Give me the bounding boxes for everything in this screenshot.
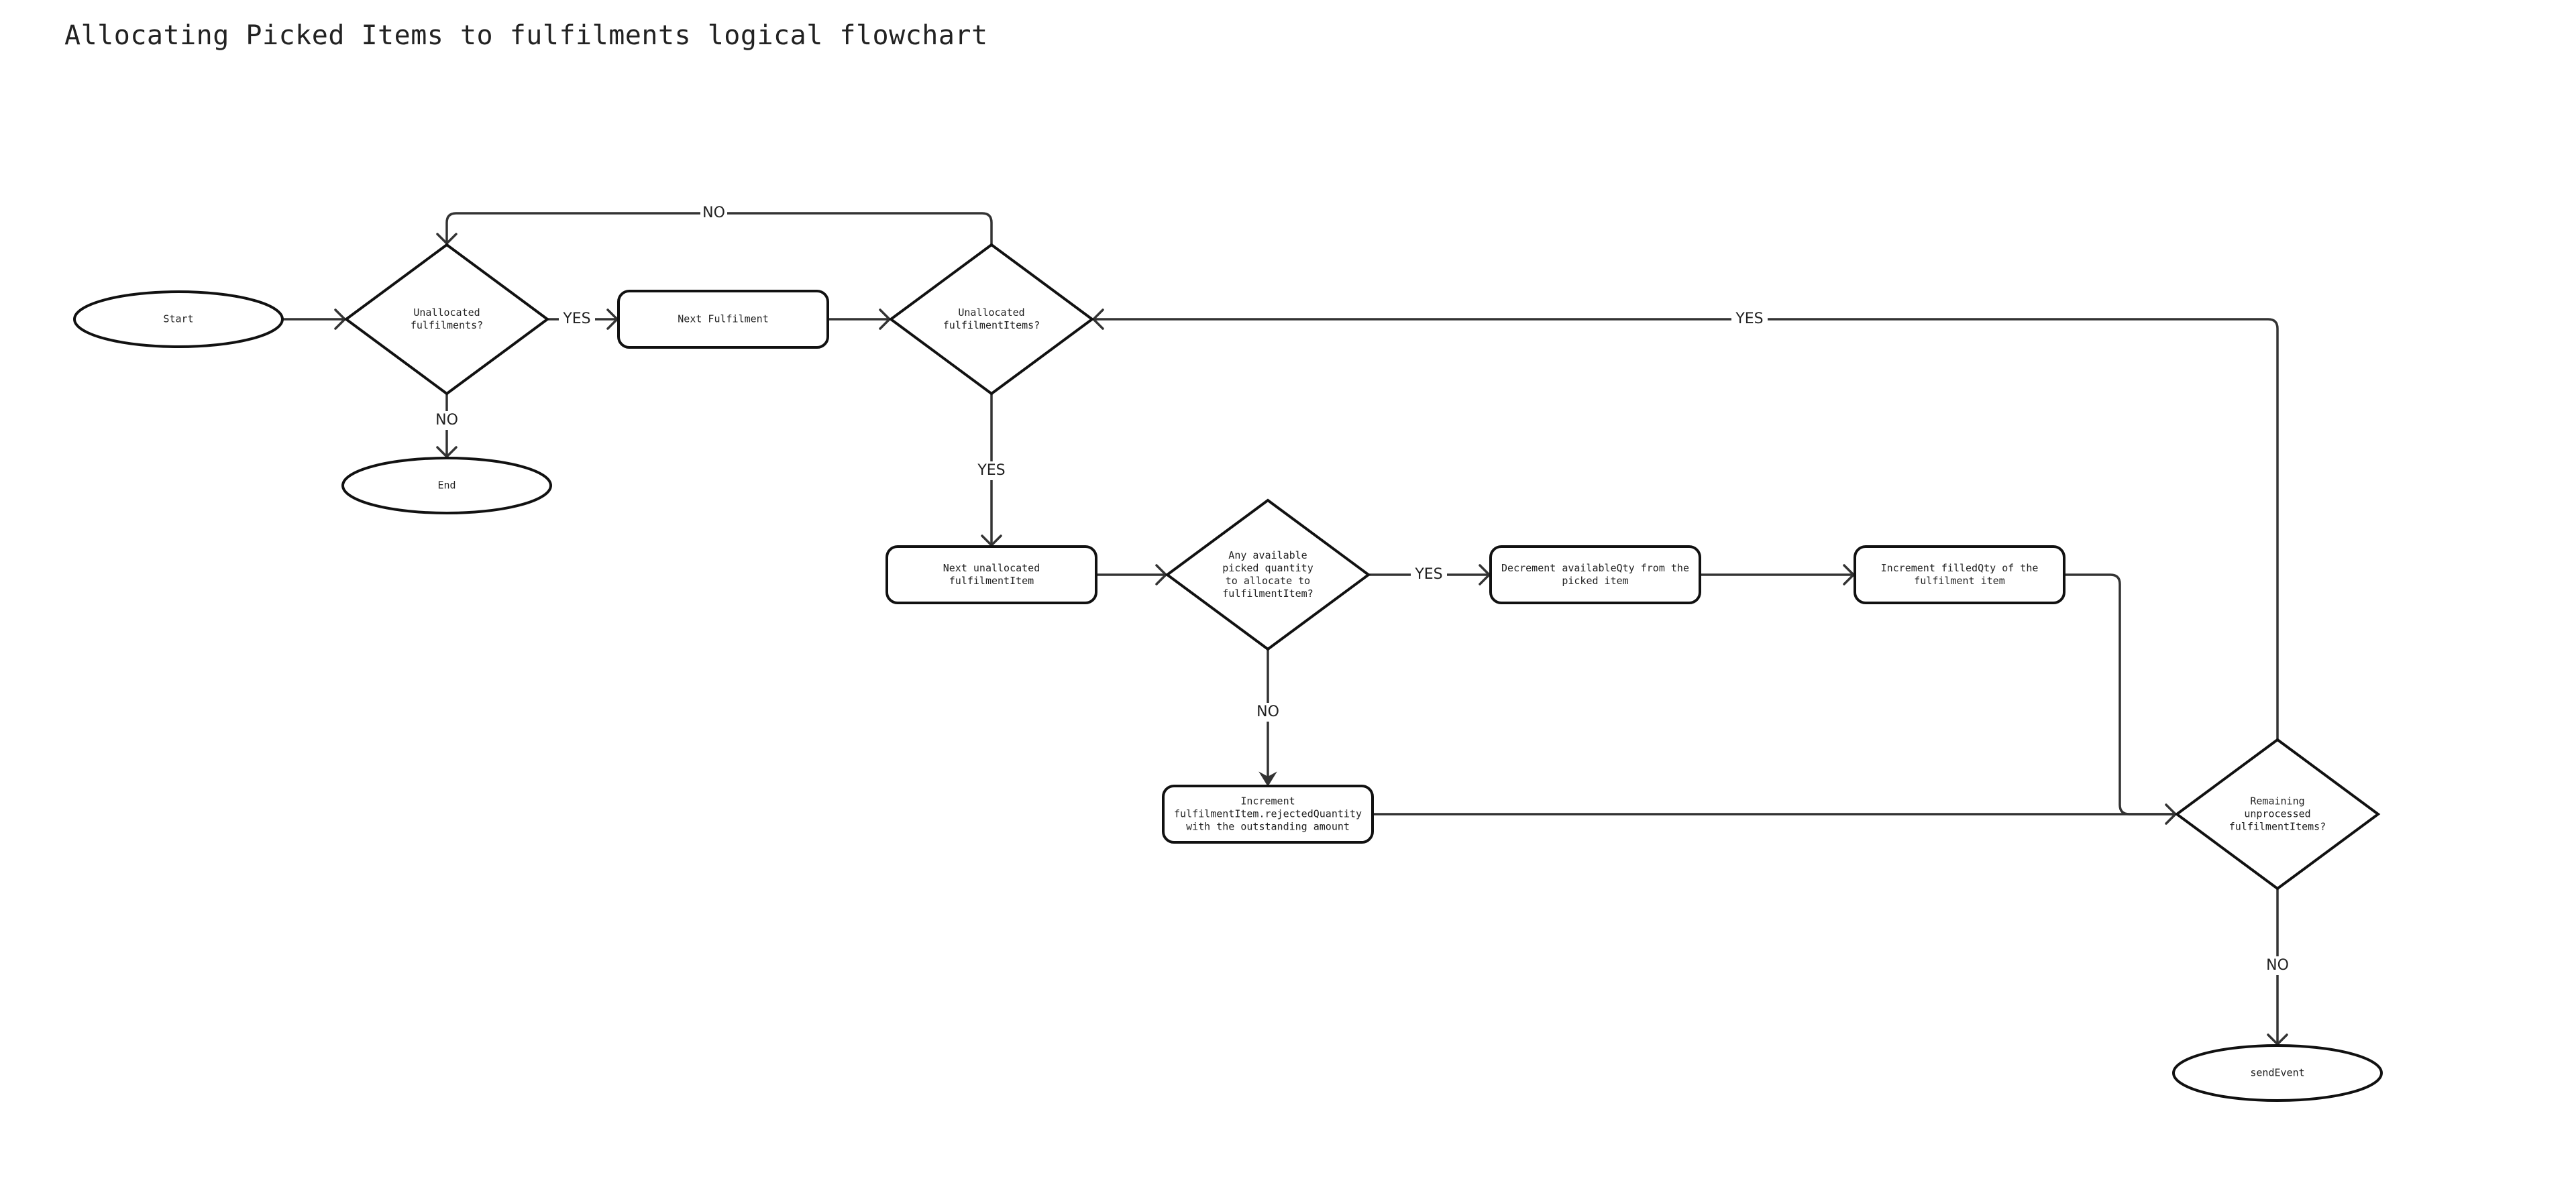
node-label: fulfilmentItem? [1222,587,1313,600]
node-label: End [437,480,455,492]
edge-filled-to-decision4 [2064,573,2176,816]
edge-label-no: NO [435,412,458,429]
node-label: fulfilmentItem.rejectedQuantity [1174,808,1362,820]
flowchart-canvas: StartUnallocatedfulfilments?EndNext Fulf… [73,204,2383,1102]
node-label: Remaining [2250,795,2304,807]
node-label: unprocessed [2244,808,2310,820]
nodes-layer: StartUnallocatedfulfilments?EndNext Fulf… [73,243,2383,1102]
node-label: fulfilmentItems? [943,319,1040,331]
node-label: picked item [1562,575,1628,587]
node-label: fulfilments? [411,319,483,331]
edge-label-no: NO [2266,957,2289,974]
node-label: Decrement availableQty from the [1501,562,1689,574]
node-label: fulfilmentItems? [2229,821,2326,833]
node-label: Next Fulfilment [678,313,768,325]
node-label: fulfilment item [1914,575,2004,587]
edge-label-yes: YES [1414,566,1442,583]
edge-label-yes: YES [1735,311,1763,327]
node-decrement-available[interactable]: Decrement availableQty from thepicked it… [1489,545,1701,604]
edge-label-yes: YES [562,311,590,327]
node-label: Any available [1228,549,1307,561]
node-label: Increment [1240,795,1295,807]
edge-label-no: NO [702,205,725,221]
edge-label-yes: YES [977,462,1005,479]
node-label: to allocate to [1226,575,1310,587]
node-send-event[interactable]: sendEvent [2172,1044,2383,1102]
node-any-available-qty[interactable]: Any availablepicked quantityto allocate … [1165,498,1371,651]
node-label: picked quantity [1222,562,1313,574]
node-label: sendEvent [2250,1067,2304,1079]
node-label: Increment filledQty of the [1881,562,2039,574]
node-unallocated-items[interactable]: UnallocatedfulfilmentItems? [888,243,1095,396]
edge-label-no: NO [1256,704,1279,720]
node-next-unallocated-item[interactable]: Next unallocatedfulfilmentItem [885,545,1097,604]
node-next-fulfilment[interactable]: Next Fulfilment [617,290,829,349]
node-increment-rejected[interactable]: IncrementfulfilmentItem.rejectedQuantity… [1162,785,1374,844]
node-label: Next unallocated [943,562,1040,574]
node-start[interactable]: Start [73,290,284,348]
node-label: fulfilmentItem [949,575,1034,587]
node-label: Unallocated [413,306,480,319]
node-label: with the outstanding amount [1186,821,1350,833]
node-increment-filled[interactable]: Increment filledQty of thefulfilment ite… [1854,545,2065,604]
node-label: Unallocated [958,306,1024,319]
node-end[interactable]: End [341,457,552,514]
node-remaining-unprocessed[interactable]: RemainingunprocessedfulfilmentItems? [2174,738,2381,891]
node-label: Start [163,313,193,325]
node-unallocated-fulfilments[interactable]: Unallocatedfulfilments? [343,243,550,396]
